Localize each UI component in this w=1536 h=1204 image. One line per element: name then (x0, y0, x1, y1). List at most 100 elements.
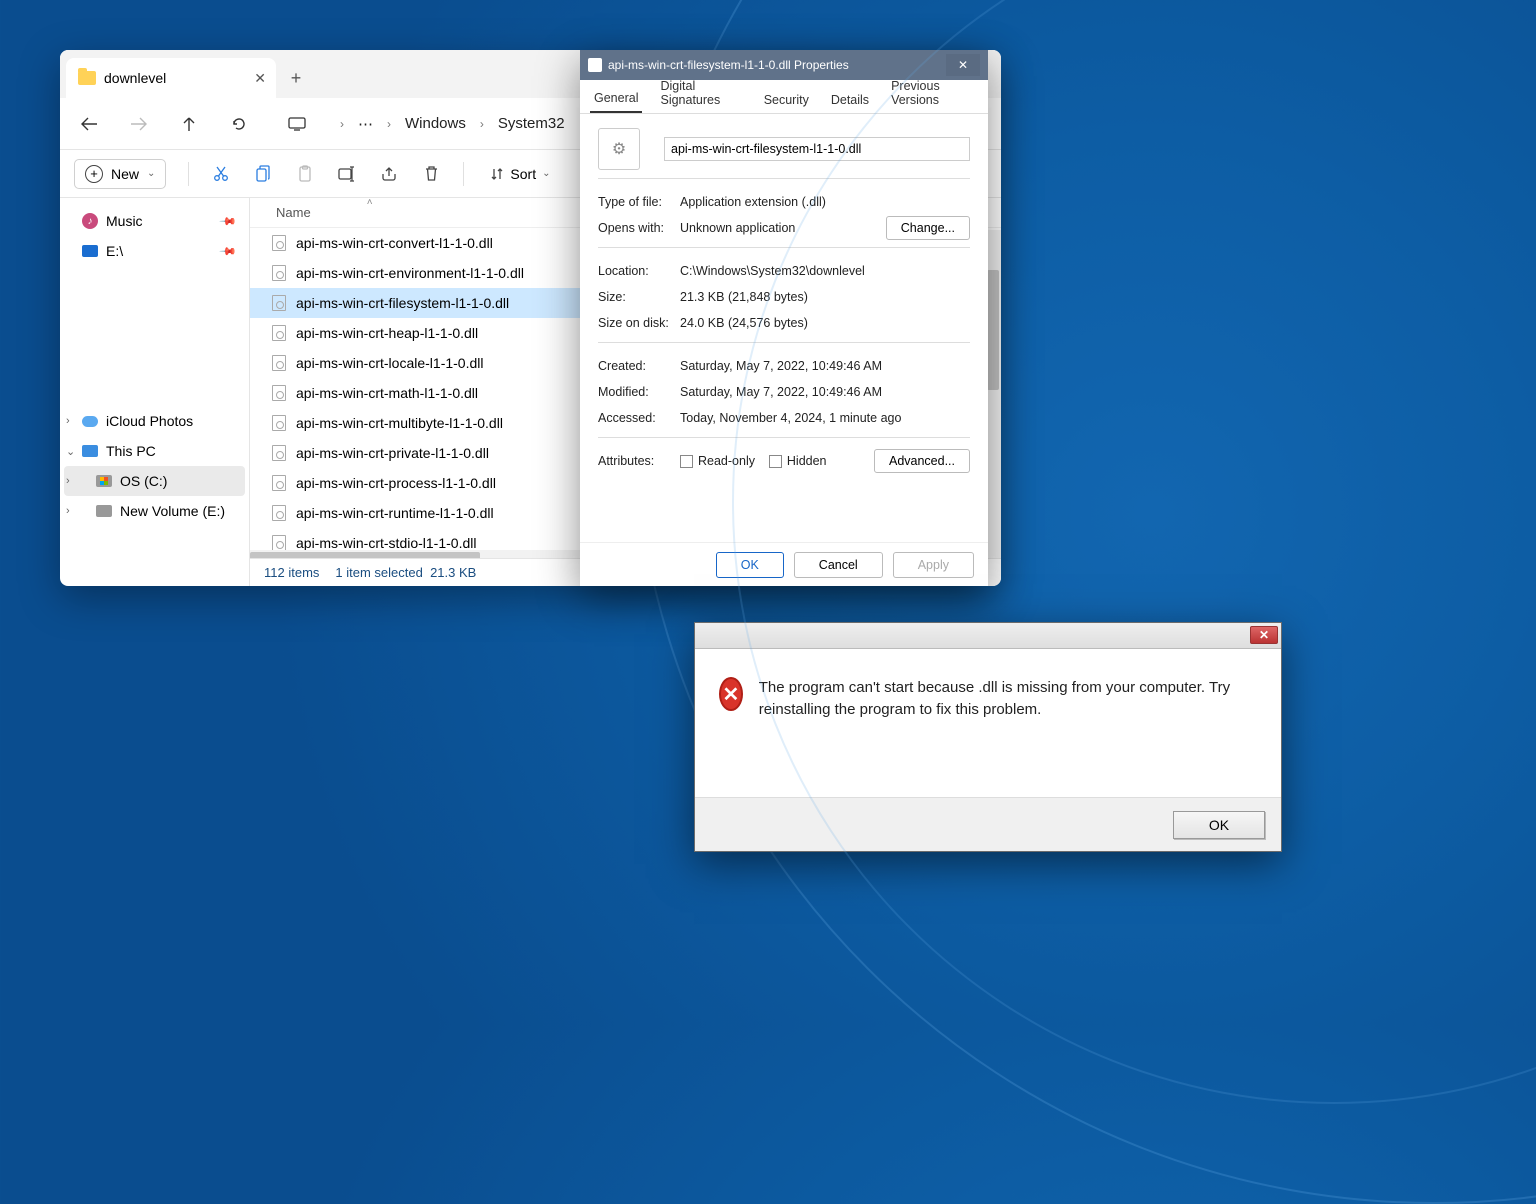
expand-icon[interactable]: › (66, 475, 70, 487)
tab-details[interactable]: Details (827, 85, 873, 113)
expand-icon[interactable]: › (66, 415, 70, 427)
paste-icon[interactable] (295, 164, 315, 184)
dll-icon (272, 475, 286, 491)
sidebar-label: This PC (106, 443, 156, 459)
item-count: 112 items (264, 565, 319, 580)
sort-label: Sort (510, 166, 536, 182)
tab-digital-signatures[interactable]: Digital Signatures (656, 71, 745, 113)
cut-icon[interactable] (211, 164, 231, 184)
close-button[interactable]: ✕ (1250, 626, 1278, 644)
error-dialog: ✕ ✕ The program can't start because .dll… (694, 622, 1282, 852)
label: Size: (598, 290, 680, 304)
add-tab-button[interactable]: + (276, 58, 316, 98)
advanced-button[interactable]: Advanced... (874, 449, 970, 473)
label: Location: (598, 264, 680, 278)
new-button[interactable]: + New ⌄ (74, 159, 166, 189)
sort-button[interactable]: Sort ⌄ (490, 166, 550, 182)
pin-icon: 📌 (219, 242, 238, 261)
back-button[interactable] (76, 111, 102, 137)
dll-icon (272, 415, 286, 431)
type-value: Application extension (.dll) (680, 195, 970, 209)
ok-button[interactable]: OK (716, 552, 784, 578)
ok-button[interactable]: OK (1173, 811, 1265, 839)
sidebar-item[interactable]: › OS (C:) (64, 466, 245, 496)
file-name: api-ms-win-crt-heap-l1-1-0.dll (296, 325, 478, 341)
sidebar-item[interactable]: ⌄ This PC (64, 436, 245, 466)
file-explorer-window: downlevel ✕ + › ⋯ › Windows › System32 (60, 50, 1001, 586)
dll-icon (272, 265, 286, 281)
dll-icon (272, 325, 286, 341)
tab-previous-versions[interactable]: Previous Versions (887, 71, 978, 113)
chevron-right-icon: › (387, 117, 391, 131)
label: Created: (598, 359, 680, 373)
forward-button[interactable] (126, 111, 152, 137)
tab-security[interactable]: Security (760, 85, 813, 113)
hidden-checkbox[interactable] (769, 455, 782, 468)
tab-close-icon[interactable]: ✕ (254, 70, 266, 87)
breadcrumb-ellipsis[interactable]: ⋯ (358, 115, 373, 133)
dll-icon (272, 505, 286, 521)
file-name: api-ms-win-crt-process-l1-1-0.dll (296, 475, 496, 491)
expand-icon[interactable]: › (66, 505, 70, 517)
sidebar-label: OS (C:) (120, 473, 167, 489)
refresh-button[interactable] (226, 111, 252, 137)
share-icon[interactable] (379, 164, 399, 184)
tab-downlevel[interactable]: downlevel ✕ (66, 58, 276, 98)
music-icon: ♪ (82, 213, 98, 229)
tab-title: downlevel (104, 70, 166, 86)
change-button[interactable]: Change... (886, 216, 970, 240)
window-title: api-ms-win-crt-filesystem-l1-1-0.dll Pro… (608, 58, 849, 72)
sort-icon (490, 167, 504, 181)
sidebar-label: iCloud Photos (106, 413, 193, 429)
up-button[interactable] (176, 111, 202, 137)
pin-icon: 📌 (219, 212, 238, 231)
cancel-button[interactable]: Cancel (794, 552, 883, 578)
sidebar-item[interactable]: ♪ Music 📌 (64, 206, 245, 236)
copy-icon[interactable] (253, 164, 273, 184)
filename-input[interactable] (664, 137, 970, 161)
scroll-thumb[interactable] (987, 270, 999, 390)
vertical-scrollbar[interactable] (985, 230, 1001, 562)
attributes: Read-only Hidden (680, 454, 874, 468)
breadcrumb-item[interactable]: System32 (498, 115, 565, 132)
delete-icon[interactable] (421, 164, 441, 184)
error-message: The program can't start because .dll is … (759, 677, 1257, 721)
pc-icon (82, 445, 98, 457)
readonly-checkbox[interactable] (680, 455, 693, 468)
close-button[interactable]: ✕ (946, 54, 980, 76)
label: Attributes: (598, 454, 680, 468)
monitor-icon[interactable] (284, 111, 310, 137)
file-name: api-ms-win-crt-environment-l1-1-0.dll (296, 265, 524, 281)
folder-icon (78, 71, 96, 85)
sidebar-label: E:\ (106, 243, 123, 259)
file-type-icon: ⚙ (598, 128, 640, 170)
sidebar: ♪ Music 📌 E:\ 📌 › iCloud Photos ⌄ This PC › OS (C… (60, 198, 250, 586)
sidebar-item[interactable]: › iCloud Photos (64, 406, 245, 436)
new-label: New (111, 166, 139, 182)
tab-general[interactable]: General (590, 83, 642, 113)
file-name: api-ms-win-crt-locale-l1-1-0.dll (296, 355, 483, 371)
apply-button[interactable]: Apply (893, 552, 974, 578)
titlebar[interactable]: api-ms-win-crt-filesystem-l1-1-0.dll Pro… (580, 50, 988, 80)
breadcrumb-item[interactable]: Windows (405, 115, 466, 132)
chevron-right-icon: › (480, 117, 484, 131)
breadcrumb[interactable]: › ⋯ › Windows › System32 (340, 115, 565, 133)
label: Modified: (598, 385, 680, 399)
titlebar[interactable]: ✕ (695, 623, 1281, 649)
dll-icon (272, 295, 286, 311)
dll-icon (272, 355, 286, 371)
dll-icon (272, 445, 286, 461)
sidebar-label: Music (106, 213, 143, 229)
sidebar-item[interactable]: ›New Volume (E:) (64, 496, 245, 526)
chevron-down-icon: ⌄ (147, 168, 155, 179)
label: Accessed: (598, 411, 680, 425)
tab-strip: General Digital Signatures Security Deta… (580, 80, 988, 114)
sidebar-item[interactable]: E:\ 📌 (64, 236, 245, 266)
dll-icon (272, 235, 286, 251)
expand-icon[interactable]: ⌄ (66, 445, 75, 458)
rename-icon[interactable] (337, 164, 357, 184)
created-value: Saturday, May 7, 2022, 10:49:46 AM (680, 359, 970, 373)
dialog-footer: OK Cancel Apply (580, 542, 988, 586)
file-name: api-ms-win-crt-convert-l1-1-0.dll (296, 235, 493, 251)
file-name: api-ms-win-crt-stdio-l1-1-0.dll (296, 535, 476, 551)
